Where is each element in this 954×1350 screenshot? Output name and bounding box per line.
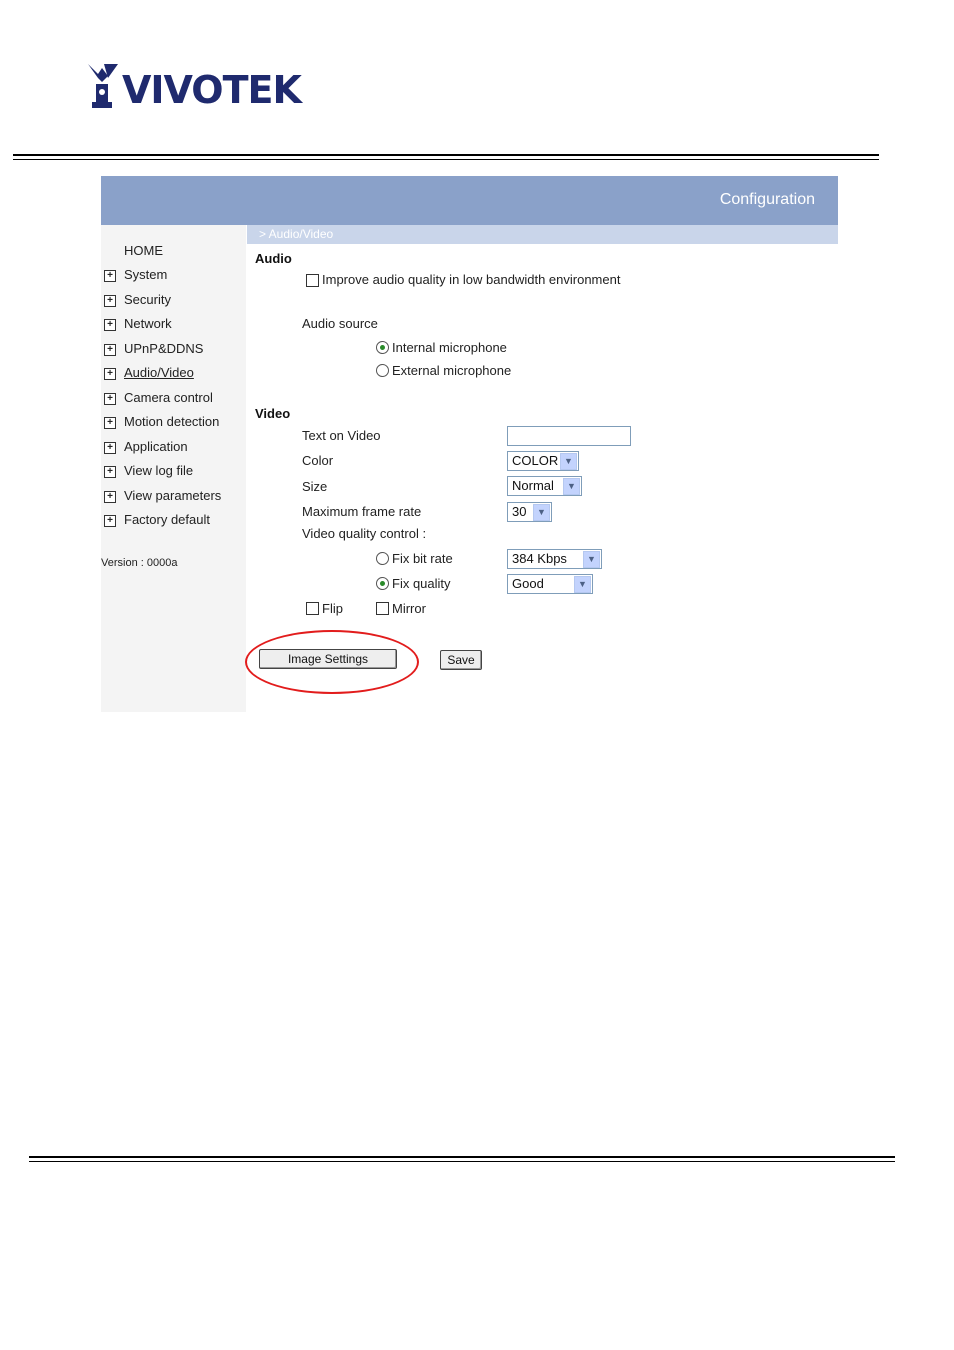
fix-bitrate-label: Fix bit rate (392, 551, 453, 566)
sidebar-item-view-parameters[interactable]: + View parameters (104, 488, 221, 508)
expand-plus-icon[interactable]: + (104, 465, 116, 478)
breadcrumb: > Audio/Video (259, 227, 334, 241)
color-label: Color (302, 453, 334, 468)
color-select[interactable]: COLOR ▼ (507, 451, 579, 471)
sidebar-item-label: View parameters (124, 488, 222, 503)
expand-plus-icon[interactable]: + (104, 514, 116, 527)
audio-heading: Audio (255, 251, 292, 266)
highlight-ellipse (245, 630, 419, 694)
config-banner: Configuration (101, 176, 838, 225)
sidebar-item-label: System (124, 267, 168, 282)
expand-plus-icon[interactable]: + (104, 416, 116, 429)
text-on-video-input[interactable] (507, 426, 631, 446)
bitrate-select-value: 384 Kbps (512, 551, 567, 566)
expand-plus-icon[interactable]: + (104, 343, 116, 356)
expand-plus-icon[interactable]: + (104, 269, 116, 282)
vivotek-logo: VIVOTEK (86, 62, 302, 114)
bottom-divider (29, 1156, 895, 1162)
flip-checkbox[interactable] (306, 602, 319, 615)
sidebar-item-view-log-file[interactable]: + View log file (104, 463, 193, 483)
sidebar-item-label: Network (124, 316, 172, 331)
expand-plus-icon[interactable]: + (104, 294, 116, 307)
expand-plus-icon[interactable]: + (104, 392, 116, 405)
version-text: Version : 0000a (101, 557, 178, 569)
frame-rate-select-value: 30 (512, 504, 527, 519)
audio-source-label: Audio source (302, 316, 378, 331)
sidebar: HOME + System + Security + Network + UPnP&DD… (101, 225, 246, 712)
video-heading: Video (255, 406, 291, 421)
fix-bitrate-radio[interactable] (376, 552, 389, 565)
expand-plus-icon[interactable]: + (104, 441, 116, 454)
improve-audio-checkbox[interactable] (306, 274, 319, 287)
text-on-video-label: Text on Video (302, 428, 381, 443)
internal-mic-label: Internal microphone (392, 340, 507, 355)
sidebar-item-application[interactable]: + Application (104, 439, 188, 459)
top-divider (13, 154, 879, 160)
sidebar-item-label: Camera control (124, 390, 213, 405)
mirror-checkbox[interactable] (376, 602, 389, 615)
chevron-down-icon[interactable]: ▼ (533, 504, 550, 521)
quality-select[interactable]: Good ▼ (507, 574, 593, 594)
color-select-value: COLOR (512, 453, 559, 468)
sidebar-item-label: Factory default (124, 512, 210, 527)
flip-label: Flip (322, 601, 343, 616)
expand-plus-icon[interactable]: + (104, 318, 116, 331)
page-title: Configuration (719, 191, 815, 208)
config-page-screenshot: Configuration HOME + System + Security + Ne… (101, 176, 838, 712)
size-label: Size (302, 479, 328, 494)
expand-plus-icon[interactable]: + (104, 490, 116, 503)
logo-text: VIVOTEK (122, 68, 302, 112)
bitrate-select[interactable]: 384 Kbps ▼ (507, 549, 602, 569)
external-mic-label: External microphone (392, 363, 512, 378)
sidebar-item-system[interactable]: + System (104, 267, 167, 287)
size-select[interactable]: Normal ▼ (507, 476, 582, 496)
sidebar-item-label: UPnP&DDNS (124, 341, 204, 356)
internal-mic-radio[interactable] (376, 341, 389, 354)
frame-rate-select[interactable]: 30 ▼ (507, 502, 552, 522)
size-select-value: Normal (512, 478, 554, 493)
mirror-label: Mirror (392, 601, 426, 616)
chevron-down-icon[interactable]: ▼ (560, 453, 577, 470)
sidebar-item-label: Audio/Video (124, 365, 194, 380)
improve-audio-label: Improve audio quality in low bandwidth e… (322, 272, 621, 287)
quality-select-value: Good (512, 576, 544, 591)
sidebar-item-home[interactable]: HOME (124, 243, 163, 263)
fix-quality-label: Fix quality (392, 576, 451, 591)
sidebar-item-audio-video[interactable]: + Audio/Video (104, 365, 194, 385)
video-quality-control-label: Video quality control : (302, 526, 427, 541)
sidebar-item-network[interactable]: + Network (104, 316, 172, 336)
sidebar-item-factory-default[interactable]: + Factory default (104, 512, 210, 532)
camera-logo-icon (88, 64, 118, 108)
fix-quality-radio[interactable] (376, 577, 389, 590)
max-frame-rate-label: Maximum frame rate (302, 504, 422, 519)
sidebar-item-label: Application (124, 439, 188, 454)
chevron-down-icon[interactable]: ▼ (583, 551, 600, 568)
sidebar-item-upnp-ddns[interactable]: + UPnP&DDNS (104, 341, 203, 361)
sidebar-item-camera-control[interactable]: + Camera control (104, 390, 213, 410)
chevron-down-icon[interactable]: ▼ (563, 478, 580, 495)
sidebar-item-motion-detection[interactable]: + Motion detection (104, 414, 219, 434)
sidebar-item-security[interactable]: + Security (104, 292, 171, 312)
sidebar-item-label: Security (124, 292, 171, 307)
chevron-down-icon[interactable]: ▼ (574, 576, 591, 593)
expand-plus-icon[interactable]: + (104, 367, 116, 380)
save-button[interactable]: Save (440, 650, 482, 670)
sidebar-item-label: View log file (124, 463, 194, 478)
sidebar-item-label: Motion detection (124, 414, 220, 429)
breadcrumb-bar: > Audio/Video (247, 225, 838, 244)
external-mic-radio[interactable] (376, 364, 389, 377)
